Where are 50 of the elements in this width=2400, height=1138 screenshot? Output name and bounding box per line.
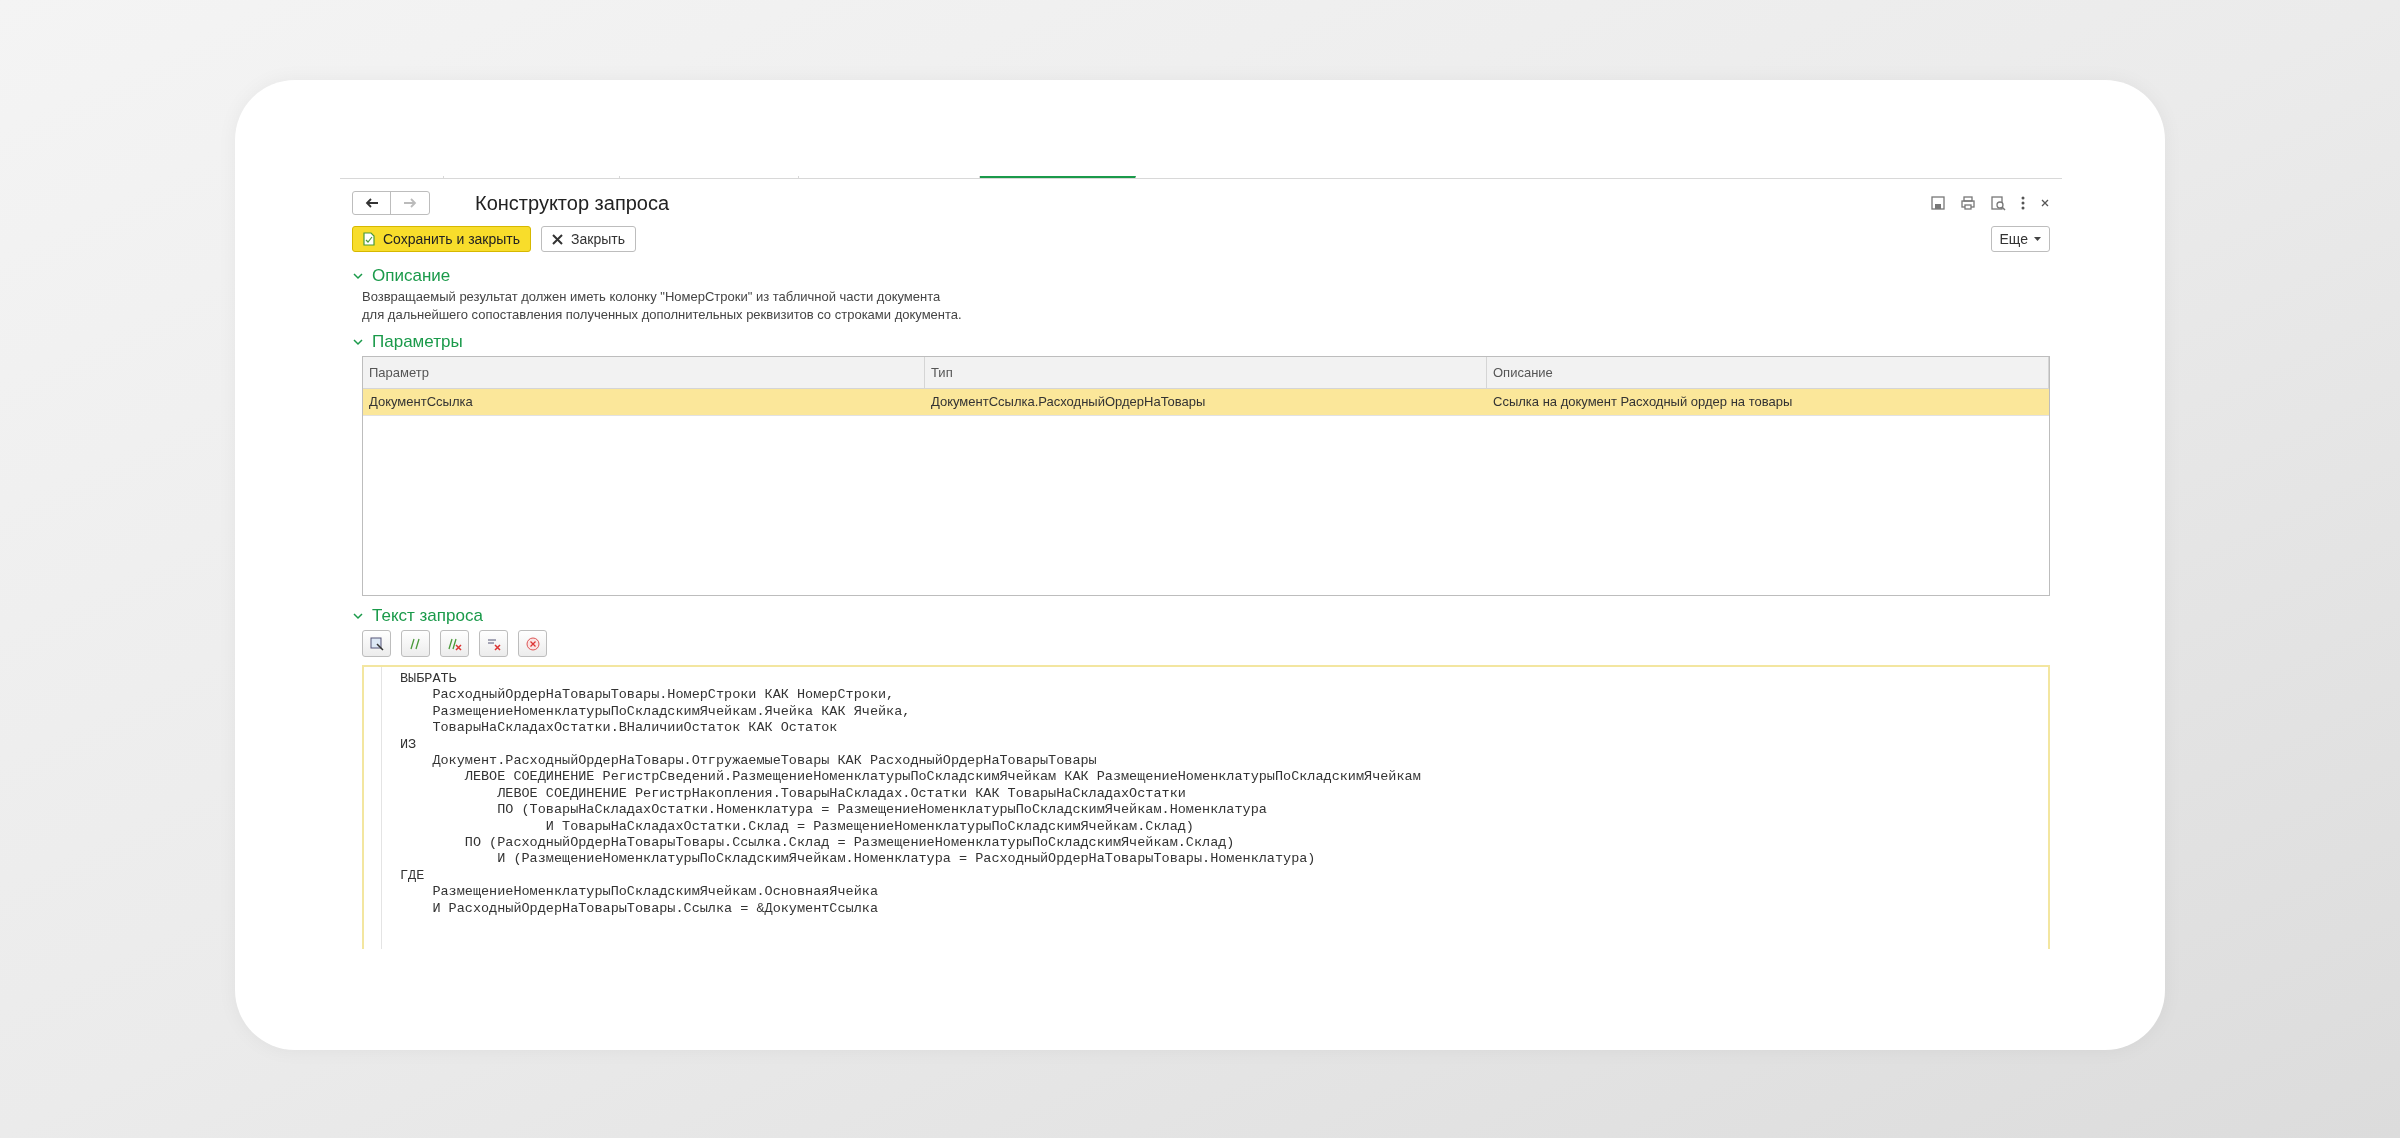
table-cell-text: ДокументСсылка.РасходныйОрдерНаТовары — [930, 393, 1207, 412]
save-icon[interactable] — [1930, 195, 1946, 211]
query-editor[interactable] — [362, 665, 2050, 949]
remove-line-breaks-icon[interactable] — [479, 630, 508, 657]
table-cell-text: Ссылка на документ Расходный ордер на товары — [1492, 393, 1794, 412]
table-row[interactable]: ДокументСсылка ДокументСсылка.РасходныйОрдерНаТовары Ссылка на документ Расходный ордер на товары — [363, 389, 2049, 416]
code-line: ТоварыНаСкладахОстатки.ВНаличииОстаток КАК Остаток — [431, 720, 838, 737]
clear-icon[interactable] — [518, 630, 547, 657]
document-icon — [363, 232, 375, 246]
column-header[interactable]: Описание — [1487, 357, 2049, 388]
column-header[interactable]: Тип — [925, 357, 1487, 388]
caret-icon — [2034, 237, 2041, 241]
code-line: РазмещениеНоменклатурыПоСкладскимЯчейкам.ОсновнаяЯчейка — [431, 884, 878, 901]
close-button[interactable]: Закрыть — [541, 226, 636, 252]
code-line: И (РазмещениеНоменклатурыПоСкладскимЯчейкам.Номенклатура = РасходныйОрдерНаТоварыТовары.Номенклатура) — [496, 851, 1316, 868]
save-and-close-button[interactable]: Сохранить и закрыть — [352, 226, 532, 252]
description-text: для дальнейшего сопоставления полученных дополнительных реквизитов со строками документа. — [362, 306, 963, 324]
chevron-icon[interactable] — [352, 336, 364, 348]
more-icon[interactable] — [2020, 195, 2026, 211]
section-title[interactable]: Параметры — [372, 329, 463, 355]
comment-icon[interactable] — [401, 630, 430, 657]
preview-icon[interactable] — [1990, 195, 2006, 211]
code-line: И РасходныйОрдерНаТоварыТовары.Ссылка = &ДокументСсылка — [431, 900, 878, 918]
code-line: ПО (РасходныйОрдерНаТоварыТовары.Ссылка.Склад = РазмещениеНоменклатурыПоСкладскимЯчейкам.Склад) — [463, 835, 1235, 852]
code-line: ЛЕВОЕ СОЕДИНЕНИЕ РегистрСведений.РазмещениеНоменклатурыПоСкладскимЯчейкам КАК РазмещениеНоменклатурыПоСкладскимЯчейкам — [463, 769, 1421, 786]
window-title: Конструктор запроса — [475, 191, 670, 216]
more-button[interactable]: Еще — [1990, 226, 2050, 252]
code-line: ПО (ТоварыНаСкладахОстатки.Номенклатура = РазмещениеНоменклатурыПоСкладскимЯчейкам.Номенклатура — [496, 802, 1267, 819]
description-text: Возвращаемый результат должен иметь колонку "НомерСтроки" из табличной части документа — [362, 288, 942, 306]
code-line: ЛЕВОЕ СОЕДИНЕНИЕ РегистрНакопления.ТоварыНаСкладах.Остатки КАК ТоварыНаСкладахОстатки — [496, 785, 1186, 803]
section-title[interactable]: Текст запроса — [372, 603, 483, 629]
code-line: ГДЕ — [400, 867, 425, 885]
code-line: РазмещениеНоменклатурыПоСкладскимЯчейкам.Ячейка КАК Ячейка, — [431, 703, 911, 721]
section-title[interactable]: Описание — [372, 263, 451, 289]
column-header[interactable]: Параметр — [363, 357, 925, 388]
query-wizard-icon[interactable] — [362, 630, 391, 657]
table-cell-text: ДокументСсылка — [368, 393, 474, 412]
close-icon[interactable] — [2040, 198, 2050, 208]
code-line: Документ.РасходныйОрдерНаТовары.ОтгружаемыеТовары КАК РасходныйОрдерНаТоварыТовары — [431, 753, 1097, 770]
uncomment-icon[interactable] — [440, 630, 469, 657]
code-line: ИЗ — [400, 736, 417, 754]
code-line: РасходныйОрдерНаТоварыТовары.НомерСтроки КАК НомерСтроки, — [431, 687, 895, 704]
close-icon — [552, 233, 564, 245]
code-line: И ТоварыНаСкладахОстатки.Склад = РазмещениеНоменклатурыПоСкладскимЯчейкам.Склад) — [544, 818, 1194, 836]
arrow-left-icon — [364, 198, 379, 208]
chevron-icon[interactable] — [352, 610, 364, 622]
print-icon[interactable] — [1960, 195, 1976, 211]
chevron-icon[interactable] — [352, 270, 364, 282]
arrow-right-icon — [403, 198, 417, 208]
code-line: ВЫБРАТЬ — [400, 671, 457, 688]
